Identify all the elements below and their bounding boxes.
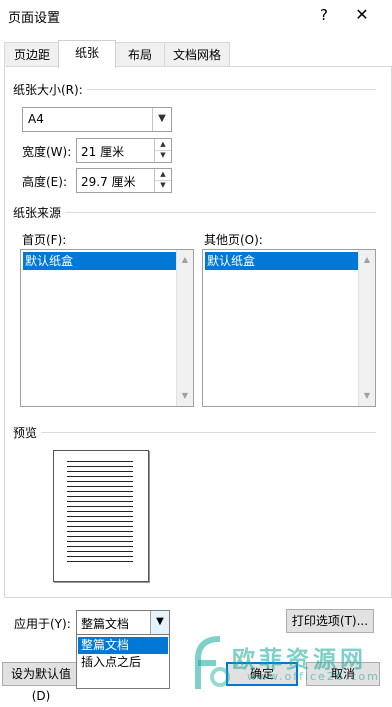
watermark-url: www.office26.com xyxy=(247,670,380,683)
preview-text-line xyxy=(67,561,133,562)
preview-text-line xyxy=(67,536,133,537)
preview-text-line xyxy=(67,471,133,472)
tab-layout[interactable]: 布局 xyxy=(114,42,166,67)
paper-source-label: 纸张来源 xyxy=(13,204,66,221)
preview-text-line xyxy=(67,531,133,532)
tab-margins[interactable]: 页边距 xyxy=(4,42,60,67)
preview-text-line xyxy=(67,501,133,502)
menu-item-after-insertion-point[interactable]: 插入点之后 xyxy=(78,654,168,671)
scroll-up-icon[interactable]: ▲ xyxy=(177,252,193,268)
height-label: 高度(E): xyxy=(22,175,67,189)
width-spin-buttons[interactable]: ▲ ▼ xyxy=(154,139,171,162)
width-value: 21 厘米 xyxy=(81,145,125,159)
width-label: 宽度(W): xyxy=(22,145,72,159)
first-page-listbox[interactable]: 默认纸盒 ▲ ▼ xyxy=(20,249,194,407)
chevron-down-icon[interactable]: ▼ xyxy=(152,108,171,131)
preview-text-line xyxy=(67,546,133,547)
preview-label: 预览 xyxy=(13,424,42,441)
scroll-down-icon[interactable]: ▼ xyxy=(177,388,193,404)
apply-to-label: 应用于(Y): xyxy=(14,617,71,631)
close-button[interactable]: ✕ xyxy=(350,4,374,26)
watermark-text: 欧菲资源网 xyxy=(232,647,367,673)
width-spinner[interactable]: 21 厘米 ▲ ▼ xyxy=(76,138,172,163)
chevron-down-icon[interactable]: ▼ xyxy=(150,611,169,634)
preview-text-line xyxy=(67,516,133,517)
watermark-logo-icon xyxy=(195,636,230,689)
preview-text-line xyxy=(67,476,133,477)
preview-text-line xyxy=(67,496,133,497)
set-default-button[interactable]: 设为默认值(D) xyxy=(2,662,80,703)
other-pages-listbox[interactable]: 默认纸盒 ▲ ▼ xyxy=(202,249,376,407)
scrollbar[interactable]: ▲ ▼ xyxy=(176,250,193,406)
preview-text-line xyxy=(67,486,133,487)
apply-to-menu: 整篇文档 插入点之后 xyxy=(76,634,170,689)
help-button[interactable]: ? xyxy=(312,4,336,26)
tab-document-grid[interactable]: 文档网格 xyxy=(164,42,230,67)
preview-text-line xyxy=(67,521,133,522)
dialog-title: 页面设置 xyxy=(8,11,61,26)
paper-size-value: A4 xyxy=(28,112,44,126)
preview-page-thumbnail xyxy=(53,450,149,582)
height-spinner[interactable]: 29.7 厘米 ▲ ▼ xyxy=(76,168,172,193)
scrollbar[interactable]: ▲ ▼ xyxy=(358,250,375,406)
preview-text-line xyxy=(67,541,133,542)
spin-down-icon[interactable]: ▼ xyxy=(155,150,171,161)
apply-to-dropdown[interactable]: 整篇文档 ▼ xyxy=(76,610,170,635)
paper-size-dropdown[interactable]: A4 ▼ xyxy=(22,107,172,132)
preview-text-line xyxy=(67,526,133,527)
preview-text-line xyxy=(67,481,133,482)
other-pages-label: 其他页(O): xyxy=(204,233,263,247)
first-page-label: 首页(F): xyxy=(22,233,67,247)
menu-item-whole-document[interactable]: 整篇文档 xyxy=(78,637,168,654)
print-options-button[interactable]: 打印选项(T)... xyxy=(286,609,374,633)
preview-text-line xyxy=(67,506,133,507)
apply-to-value: 整篇文档 xyxy=(81,617,130,631)
preview-text-line xyxy=(67,551,133,552)
list-item[interactable]: 默认纸盒 xyxy=(23,252,177,270)
section-divider xyxy=(14,212,376,213)
preview-text-line xyxy=(67,466,133,467)
list-item[interactable]: 默认纸盒 xyxy=(205,252,359,270)
section-divider xyxy=(14,432,376,433)
scroll-down-icon[interactable]: ▼ xyxy=(359,388,375,404)
preview-text-line xyxy=(67,461,133,462)
tab-paper[interactable]: 纸张 xyxy=(58,40,116,68)
spin-down-icon[interactable]: ▼ xyxy=(155,180,171,191)
paper-size-label: 纸张大小(R): xyxy=(13,81,87,98)
preview-text-line xyxy=(67,491,133,492)
height-spin-buttons[interactable]: ▲ ▼ xyxy=(154,169,171,192)
scroll-up-icon[interactable]: ▲ xyxy=(359,252,375,268)
preview-text-line xyxy=(67,556,133,557)
preview-text-line xyxy=(67,511,133,512)
height-value: 29.7 厘米 xyxy=(81,175,136,189)
